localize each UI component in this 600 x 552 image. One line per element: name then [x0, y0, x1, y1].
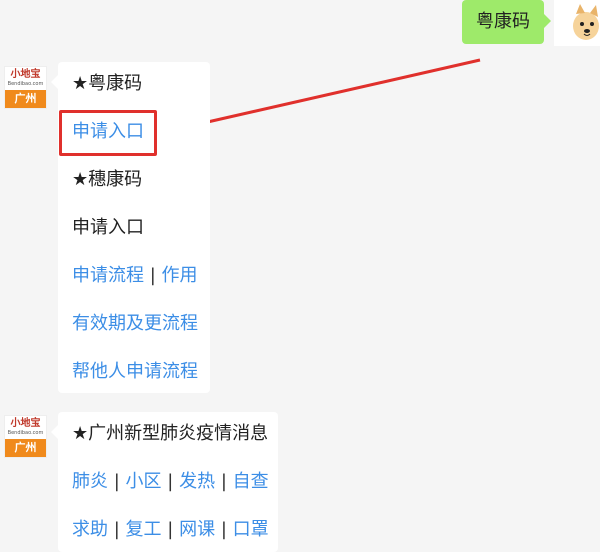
separator: | [113, 471, 120, 492]
return-to-work-link[interactable]: 复工 [126, 519, 162, 540]
avatar-brand: 小地宝 [10, 418, 41, 429]
title-suikangma: ★穗康码 [72, 169, 143, 190]
validity-update-link[interactable]: 有效期及更流程 [72, 312, 198, 336]
separator: | [220, 471, 227, 492]
apply-process-link[interactable]: 申请流程 [72, 265, 144, 286]
online-class-link[interactable]: 网课 [179, 519, 215, 540]
avatar-city: 广州 [5, 90, 46, 108]
self-check-link[interactable]: 自查 [233, 471, 269, 492]
process-function-row: 申请流程 | 作用 [72, 264, 198, 288]
link-row: 求助 | 复工 | 网课 | 口罩 [72, 518, 269, 542]
fever-link[interactable]: 发热 [179, 471, 215, 492]
separator: | [149, 265, 156, 286]
highlight-box [59, 110, 157, 156]
pneumonia-link[interactable]: 肺炎 [72, 471, 108, 492]
avatar-brand: 小地宝 [10, 69, 41, 80]
avatar-city: 广州 [5, 439, 46, 457]
mask-link[interactable]: 口罩 [233, 519, 269, 540]
separator: | [113, 519, 120, 540]
separator: | [167, 519, 174, 540]
bot-avatar[interactable]: 小地宝 Bendibao.com 广州 [4, 415, 47, 458]
link-row: 肺炎 | 小区 | 发热 | 自查 [72, 470, 269, 494]
separator: | [167, 471, 174, 492]
message-bubble: ★广州新型肺炎疫情消息 肺炎 | 小区 | 发热 | 自查 求助 | 复工 | … [51, 412, 278, 552]
apply-for-others-link[interactable]: 帮他人申请流程 [72, 360, 198, 384]
apply-entry-suikangma: 申请入口 [72, 217, 144, 238]
help-link[interactable]: 求助 [72, 519, 108, 540]
community-link[interactable]: 小区 [126, 471, 162, 492]
avatar-site: Bendibao.com [7, 430, 44, 436]
bot-avatar[interactable]: 小地宝 Bendibao.com 广州 [4, 66, 47, 109]
separator: | [220, 519, 227, 540]
epidemic-news-title: ★广州新型肺炎疫情消息 [72, 423, 269, 444]
avatar-site: Bendibao.com [7, 81, 44, 87]
function-link[interactable]: 作用 [162, 265, 198, 286]
title-yuekangma: ★粤康码 [72, 73, 143, 94]
